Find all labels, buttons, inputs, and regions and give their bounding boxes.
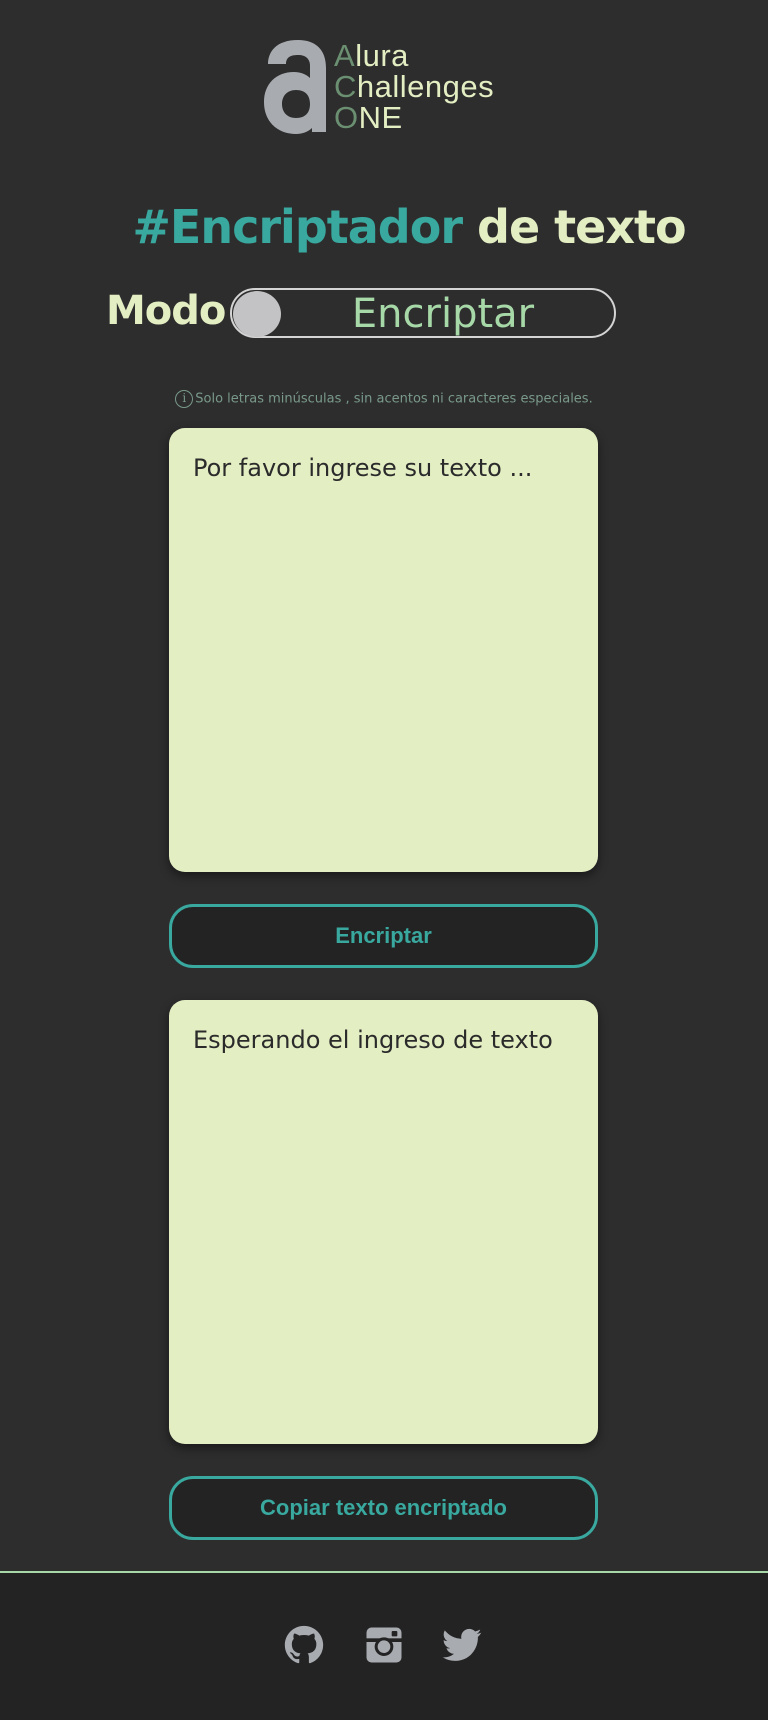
title-hashtag: #Encriptador: [132, 200, 463, 254]
toggle-label: Encriptar: [351, 291, 535, 337]
logo-wordmark: Alura Challenges ONE: [334, 40, 494, 133]
twitter-icon[interactable]: [442, 1625, 482, 1665]
logo-text: hallenges: [356, 69, 495, 104]
page-title: #Encriptador de texto: [0, 200, 768, 254]
title-rest: de texto: [477, 200, 687, 254]
instagram-icon[interactable]: [364, 1625, 404, 1665]
text-input[interactable]: [169, 428, 598, 872]
toggle-knob[interactable]: [233, 291, 281, 337]
logo: Alura Challenges ONE: [262, 38, 522, 138]
info-icon: i: [175, 390, 194, 408]
output-text: Esperando el ingreso de texto: [169, 1000, 598, 1444]
encrypt-button[interactable]: Encriptar: [169, 904, 598, 968]
logo-text: lura: [355, 38, 409, 73]
input-hint: i Solo letras minúsculas , sin acentos ni…: [0, 390, 768, 408]
logo-text: NE: [358, 100, 403, 135]
logo-initial: A: [334, 38, 356, 73]
copy-button[interactable]: Copiar texto encriptado: [169, 1476, 598, 1540]
logo-initial: C: [334, 69, 357, 104]
footer: [0, 1571, 768, 1720]
mode-toggle[interactable]: Encriptar: [230, 288, 616, 338]
hint-text: Solo letras minúsculas , sin acentos ni …: [195, 391, 593, 407]
logo-initial: O: [334, 100, 359, 135]
mode-label: Modo: [106, 288, 226, 334]
alura-logo-icon: [264, 40, 326, 134]
github-icon[interactable]: [284, 1625, 324, 1665]
